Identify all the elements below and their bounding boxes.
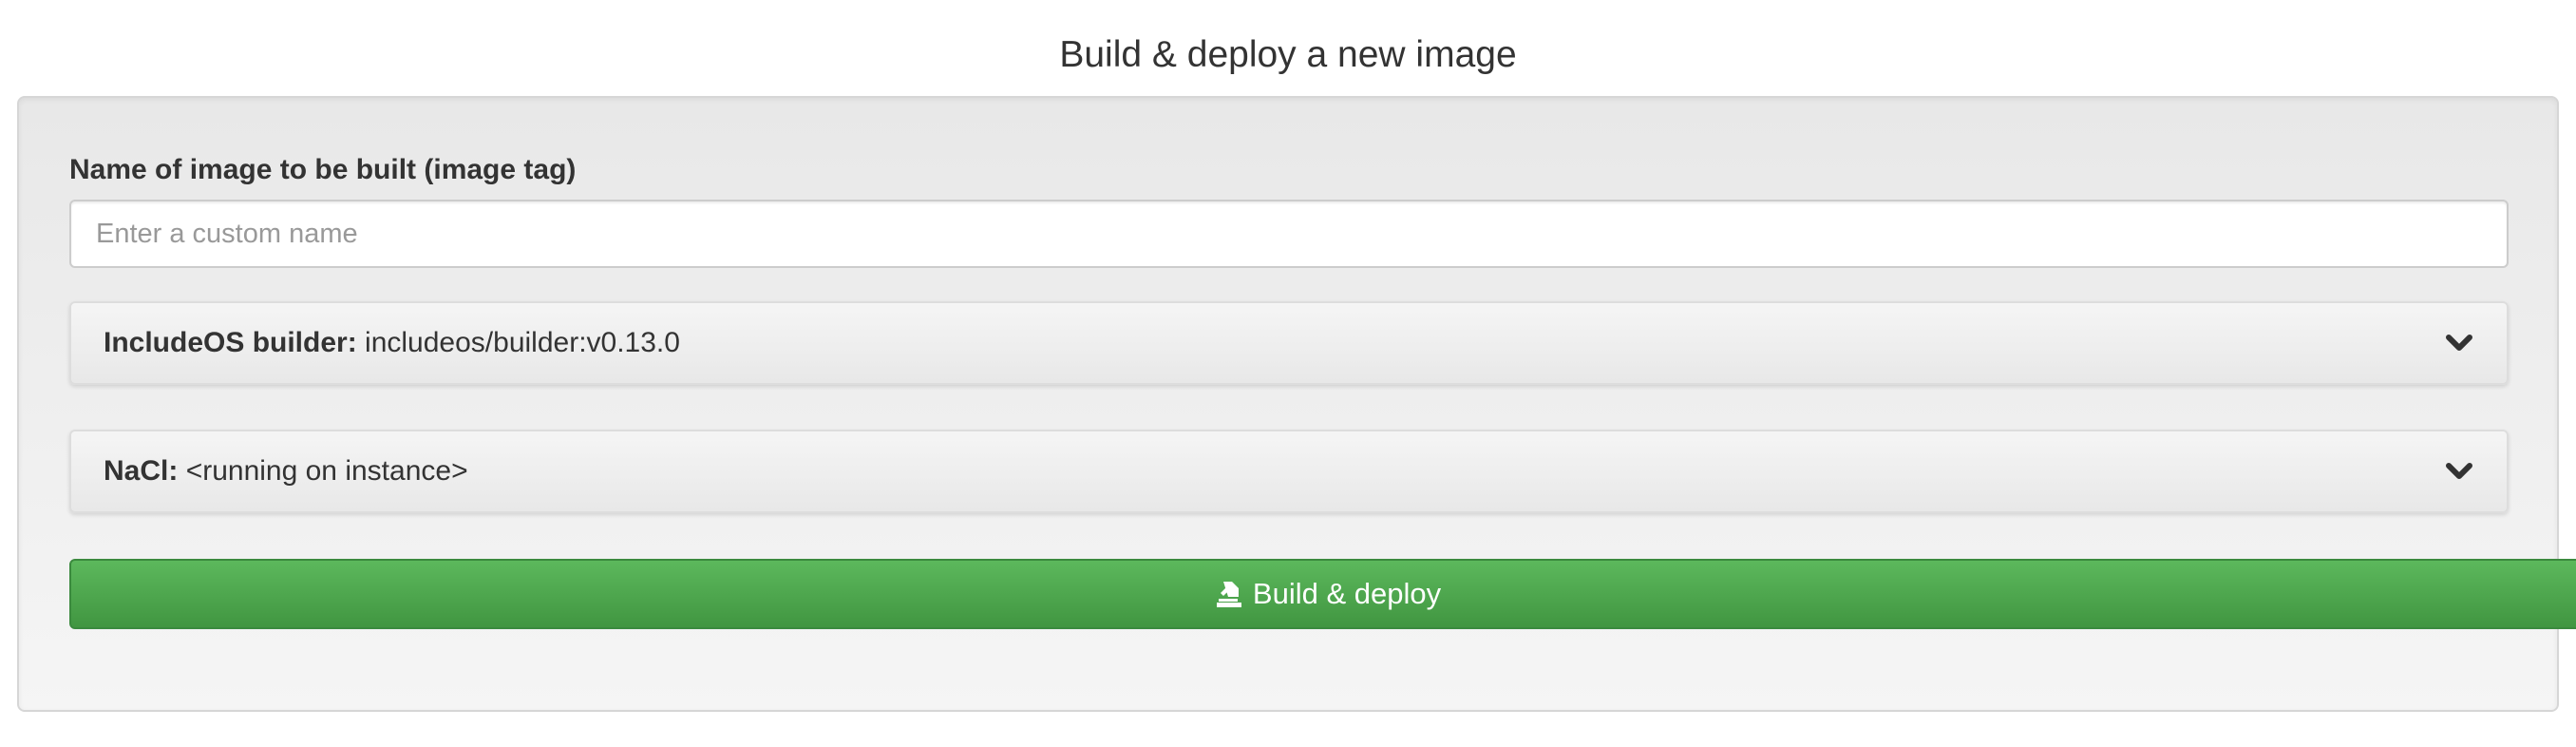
build-deploy-button[interactable]: Build & deploy — [69, 559, 2576, 629]
build-form-panel: Name of image to be built (image tag) In… — [17, 96, 2576, 712]
builder-selector[interactable]: IncludeOS builder: includeos/builder:v0.… — [69, 301, 2509, 385]
page-title: Build & deploy a new image — [1059, 34, 1517, 75]
nacl-selector[interactable]: NaCl: <running on instance> — [69, 430, 2509, 513]
nacl-selector-key: NaCl: — [104, 455, 179, 487]
image-name-input[interactable] — [69, 200, 2509, 268]
nacl-selector-value: <running on instance> — [185, 455, 468, 487]
builder-selector-text: IncludeOS builder: includeos/builder:v0.… — [104, 303, 680, 383]
chevron-down-icon — [2446, 335, 2472, 351]
chevron-down-icon — [2446, 463, 2472, 479]
builder-selector-value: includeos/builder:v0.13.0 — [365, 327, 680, 358]
deploy-icon — [1216, 582, 1241, 607]
image-name-label: Name of image to be built (image tag) — [69, 154, 577, 185]
build-deploy-label: Build & deploy — [1252, 577, 1442, 610]
page: Build & deploy a new image Name of image… — [0, 0, 2576, 747]
builder-selector-key: IncludeOS builder: — [104, 327, 357, 358]
nacl-selector-text: NaCl: <running on instance> — [104, 431, 468, 511]
